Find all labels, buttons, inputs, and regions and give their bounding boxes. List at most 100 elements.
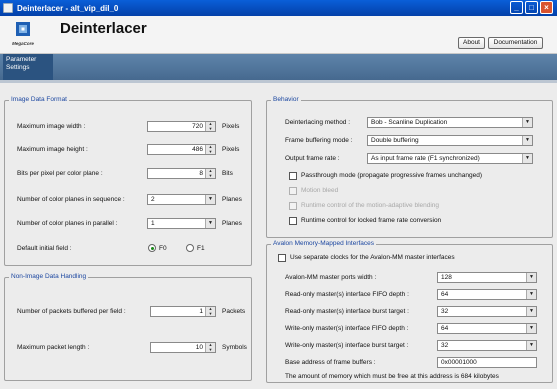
chevron-down-icon[interactable]: ▼ bbox=[205, 195, 215, 204]
about-button[interactable]: About bbox=[458, 37, 485, 49]
spinner-arrows[interactable]: ▲ ▼ bbox=[205, 306, 215, 317]
down-arrow-icon[interactable]: ▼ bbox=[206, 126, 215, 132]
output-frame-rate-select[interactable]: As input frame rate (F1 synchronized) ▼ bbox=[367, 153, 533, 164]
behavior-group: Behavior Deinterlacing method : Bob - Sc… bbox=[266, 96, 553, 238]
page-title: Deinterlacer bbox=[60, 20, 147, 37]
ro-burst-label: Read-only master(s) interface burst targ… bbox=[285, 308, 409, 315]
group-title: Behavior bbox=[271, 96, 301, 103]
runtime-locked-label: Runtime control for locked frame rate co… bbox=[301, 217, 442, 224]
down-arrow-icon[interactable]: ▼ bbox=[206, 311, 215, 317]
max-width-label: Maximum image width : bbox=[17, 123, 86, 130]
chevron-down-icon[interactable]: ▼ bbox=[526, 273, 536, 282]
port-width-select[interactable]: 128 ▼ bbox=[437, 272, 537, 283]
max-packet-length-spinner[interactable]: 10 ▲ ▼ bbox=[150, 342, 216, 353]
wo-fifo-select[interactable]: 64 ▼ bbox=[437, 323, 537, 334]
packets-buffered-unit: Packets bbox=[222, 308, 246, 315]
chevron-down-icon[interactable]: ▼ bbox=[522, 154, 532, 163]
non-image-data-group: Non-Image Data Handling Number of packet… bbox=[4, 273, 252, 381]
max-width-value: 720 bbox=[192, 123, 203, 130]
planes-in-sequence-unit: Planes bbox=[222, 196, 242, 203]
spinner-arrows[interactable]: ▲ ▼ bbox=[205, 144, 215, 155]
documentation-button[interactable]: Documentation bbox=[488, 37, 543, 49]
chevron-down-icon[interactable]: ▼ bbox=[526, 307, 536, 316]
planes-in-sequence-select[interactable]: 2 ▼ bbox=[147, 194, 216, 205]
base-address-input[interactable]: 0x00001000 bbox=[437, 357, 537, 368]
max-height-value: 486 bbox=[192, 146, 203, 153]
title-bar: Deinterlacer - alt_vip_dil_0 _ □ × bbox=[0, 0, 557, 16]
packets-buffered-value: 1 bbox=[199, 308, 203, 315]
minimize-button[interactable]: _ bbox=[510, 1, 523, 14]
tab-label-line2: Settings bbox=[6, 64, 30, 71]
down-arrow-icon[interactable]: ▼ bbox=[206, 149, 215, 155]
wo-fifo-value: 64 bbox=[441, 325, 449, 332]
output-frame-rate-value: As input frame rate (F1 synchronized) bbox=[371, 155, 480, 162]
max-height-unit: Pixels bbox=[222, 146, 240, 153]
frame-buffering-value: Double buffering bbox=[371, 137, 419, 144]
runtime-motion-checkbox bbox=[289, 202, 297, 210]
max-height-label: Maximum image height : bbox=[17, 146, 88, 153]
bits-per-pixel-value: 8 bbox=[199, 170, 203, 177]
megacore-logo: MegaCore bbox=[6, 20, 40, 52]
ro-fifo-value: 64 bbox=[441, 291, 449, 298]
planes-in-sequence-label: Number of color planes in sequence : bbox=[17, 196, 125, 203]
chevron-down-icon[interactable]: ▼ bbox=[526, 290, 536, 299]
avalon-mm-group: Avalon Memory-Mapped Interfaces Use sepa… bbox=[266, 240, 553, 383]
passthrough-checkbox[interactable] bbox=[289, 172, 297, 180]
f1-label: F1 bbox=[197, 245, 205, 252]
group-title: Image Data Format bbox=[9, 96, 69, 103]
chevron-down-icon[interactable]: ▼ bbox=[205, 219, 215, 228]
window-title: Deinterlacer - alt_vip_dil_0 bbox=[17, 3, 119, 13]
wo-burst-value: 32 bbox=[441, 342, 449, 349]
base-address-label: Base address of frame buffers : bbox=[285, 359, 376, 366]
spinner-arrows[interactable]: ▲ ▼ bbox=[205, 121, 215, 132]
chevron-down-icon[interactable]: ▼ bbox=[522, 118, 532, 127]
down-arrow-icon[interactable]: ▼ bbox=[206, 347, 215, 353]
memory-note: The amount of memory which must be free … bbox=[285, 373, 499, 380]
passthrough-label: Passthrough mode (propagate progressive … bbox=[301, 172, 483, 179]
packets-buffered-spinner[interactable]: 1 ▲ ▼ bbox=[150, 306, 216, 317]
port-width-label: Avalon-MM master ports width : bbox=[285, 274, 377, 281]
separate-clocks-checkbox[interactable] bbox=[278, 254, 286, 262]
megacore-logo-icon bbox=[16, 22, 30, 36]
group-title: Non-Image Data Handling bbox=[9, 273, 89, 280]
close-button[interactable]: × bbox=[540, 1, 553, 14]
ro-fifo-select[interactable]: 64 ▼ bbox=[437, 289, 537, 300]
port-width-value: 128 bbox=[441, 274, 452, 281]
bits-per-pixel-spinner[interactable]: 8 ▲ ▼ bbox=[147, 168, 216, 179]
f0-radio[interactable] bbox=[148, 244, 156, 252]
motion-bleed-checkbox bbox=[289, 187, 297, 195]
wo-burst-label: Write-only master(s) interface burst tar… bbox=[285, 342, 409, 349]
image-data-format-group: Image Data Format Maximum image width : … bbox=[4, 96, 252, 266]
deinterlacing-method-value: Bob - Scanline Duplication bbox=[371, 119, 448, 126]
tab-strip: Parameter Settings bbox=[0, 54, 557, 80]
chevron-down-icon[interactable]: ▼ bbox=[526, 324, 536, 333]
deinterlacing-method-label: Deinterlacing method : bbox=[285, 119, 351, 126]
ro-burst-select[interactable]: 32 ▼ bbox=[437, 306, 537, 317]
planes-in-parallel-select[interactable]: 1 ▼ bbox=[147, 218, 216, 229]
maximize-button[interactable]: □ bbox=[525, 1, 538, 14]
ro-burst-value: 32 bbox=[441, 308, 449, 315]
chevron-down-icon[interactable]: ▼ bbox=[522, 136, 532, 145]
wo-burst-select[interactable]: 32 ▼ bbox=[437, 340, 537, 351]
planes-in-sequence-value: 2 bbox=[151, 196, 155, 203]
f0-label: F0 bbox=[159, 245, 167, 252]
max-packet-length-label: Maximum packet length : bbox=[17, 344, 90, 351]
tab-parameter-settings[interactable]: Parameter Settings bbox=[3, 54, 53, 80]
frame-buffering-select[interactable]: Double buffering ▼ bbox=[367, 135, 533, 146]
bits-per-pixel-label: Bits per pixel per color plane : bbox=[17, 170, 103, 177]
runtime-locked-checkbox[interactable] bbox=[289, 217, 297, 225]
frame-buffering-label: Frame buffering mode : bbox=[285, 137, 353, 144]
bits-per-pixel-unit: Bits bbox=[222, 170, 233, 177]
motion-bleed-label: Motion bleed bbox=[301, 187, 339, 194]
ro-fifo-label: Read-only master(s) interface FIFO depth… bbox=[285, 291, 409, 298]
spinner-arrows[interactable]: ▲ ▼ bbox=[205, 168, 215, 179]
max-width-spinner[interactable]: 720 ▲ ▼ bbox=[147, 121, 216, 132]
down-arrow-icon[interactable]: ▼ bbox=[206, 173, 215, 179]
spinner-arrows[interactable]: ▲ ▼ bbox=[205, 342, 215, 353]
chevron-down-icon[interactable]: ▼ bbox=[526, 341, 536, 350]
max-height-spinner[interactable]: 486 ▲ ▼ bbox=[147, 144, 216, 155]
max-width-unit: Pixels bbox=[222, 123, 240, 130]
deinterlacing-method-select[interactable]: Bob - Scanline Duplication ▼ bbox=[367, 117, 533, 128]
planes-in-parallel-value: 1 bbox=[151, 220, 155, 227]
f1-radio[interactable] bbox=[186, 244, 194, 252]
